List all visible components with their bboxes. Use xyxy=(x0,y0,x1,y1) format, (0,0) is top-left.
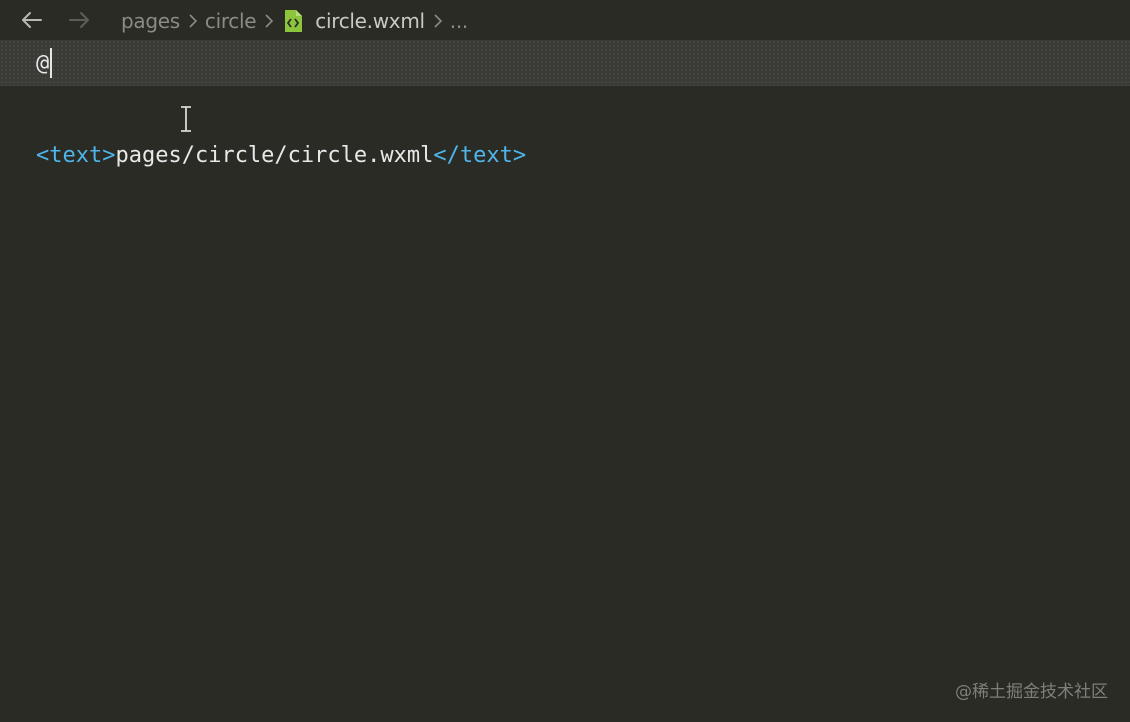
ibeam-cursor-icon xyxy=(181,106,191,132)
text-caret xyxy=(50,48,53,78)
close-tag: </text> xyxy=(433,142,527,168)
code-line-1[interactable]: @ xyxy=(36,48,53,78)
arrow-left-icon xyxy=(22,12,42,28)
chevron-right-icon xyxy=(188,13,198,29)
breadcrumb-bar: pages circle circle.wxml ... xyxy=(0,0,1130,40)
breadcrumb-item-file[interactable]: circle.wxml xyxy=(315,9,425,33)
back-button[interactable] xyxy=(17,6,45,34)
forward-button[interactable] xyxy=(66,6,94,34)
open-tag: <text> xyxy=(36,142,116,168)
arrow-right-icon xyxy=(69,12,89,28)
wxml-file-icon xyxy=(283,9,303,33)
typed-text: @ xyxy=(36,50,50,76)
breadcrumb: pages circle circle.wxml ... xyxy=(121,0,468,42)
chevron-right-icon xyxy=(264,13,274,29)
current-line-highlight xyxy=(0,40,1130,86)
breadcrumb-item-pages[interactable]: pages xyxy=(121,9,180,33)
breadcrumb-item-more[interactable]: ... xyxy=(450,9,468,33)
code-editor[interactable]: @ <text> pages/circle/circle.wxml </text> xyxy=(0,40,1130,722)
breadcrumb-item-circle[interactable]: circle xyxy=(205,9,257,33)
watermark: @稀土掘金技术社区 xyxy=(955,682,1108,702)
chevron-right-icon xyxy=(433,13,443,29)
tag-content: pages/circle/circle.wxml xyxy=(115,142,434,168)
code-line-3[interactable]: <text> pages/circle/circle.wxml </text> xyxy=(36,140,526,170)
